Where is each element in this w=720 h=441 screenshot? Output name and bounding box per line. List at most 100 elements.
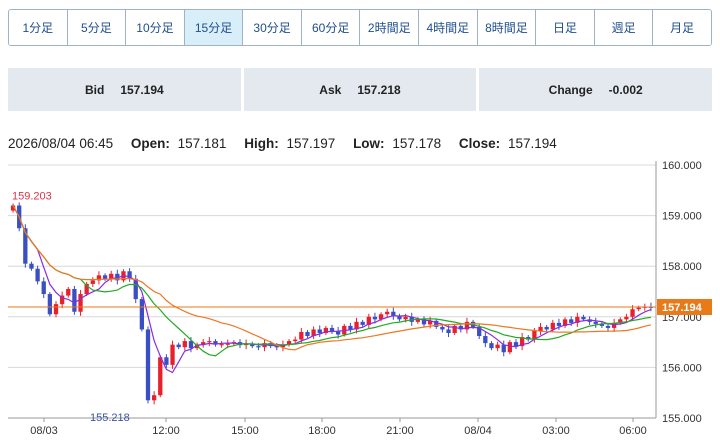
open-label: Open: xyxy=(130,136,170,151)
candle-body xyxy=(158,357,163,396)
candle-body xyxy=(35,268,40,282)
candle-body xyxy=(102,275,108,279)
candle-body xyxy=(207,341,212,343)
min-price-label: 155.218 xyxy=(90,412,130,424)
tab-timeframe-8[interactable]: 8時間足 xyxy=(477,10,537,45)
candle-body xyxy=(507,342,513,353)
candle-body xyxy=(544,326,549,330)
ask-label: Ask xyxy=(319,82,342,97)
candle-body xyxy=(360,321,365,325)
candle-body xyxy=(446,329,451,333)
high-label: High: xyxy=(244,136,279,151)
candle-body xyxy=(593,321,598,324)
open-value: 157.181 xyxy=(177,136,227,151)
candle-body xyxy=(385,311,390,315)
tab-timeframe-4[interactable]: 30分足 xyxy=(243,10,302,45)
y-tick-label: 155.000 xyxy=(662,413,702,425)
close-value: 157.194 xyxy=(507,136,557,151)
candle-body xyxy=(317,329,322,333)
candle-body xyxy=(305,331,310,337)
bid-value: 157.194 xyxy=(120,82,164,97)
x-tick-label: 06:00 xyxy=(619,425,647,437)
low-label: Low: xyxy=(353,136,385,151)
tab-timeframe-0[interactable]: 1分足 xyxy=(9,10,68,45)
candle-body xyxy=(90,280,95,284)
chart-svg[interactable]: 160.000159.000158.000157.000156.000155.0… xyxy=(0,155,720,441)
tab-timeframe-6[interactable]: 2時間足 xyxy=(360,10,420,45)
ohlc-readout: 2026/08/04 06:45 Open: 157.181 High: 157… xyxy=(8,136,712,152)
candlestick-chart[interactable]: 160.000 159.000 158.000 157.000 156.000 155.0… xyxy=(0,155,720,441)
candle-body xyxy=(47,294,53,315)
y-tick-label: 158.000 xyxy=(662,261,702,273)
candle-body xyxy=(225,343,230,345)
change-label: Change xyxy=(548,82,593,97)
candle-body xyxy=(151,395,157,401)
candle-body xyxy=(489,343,494,349)
max-price-label: 159.203 xyxy=(12,190,52,202)
x-tick-label: 18:00 xyxy=(308,425,336,437)
candle-body xyxy=(483,336,488,344)
x-tick-label: 08/04 xyxy=(464,425,492,437)
candle-body xyxy=(556,322,562,326)
change-box: Change -0.002 xyxy=(479,68,713,111)
tab-timeframe-2[interactable]: 10分足 xyxy=(126,10,185,45)
y-tick-label: 159.000 xyxy=(662,211,702,223)
candle-body xyxy=(440,326,445,330)
tab-timeframe-11[interactable]: 月足 xyxy=(653,10,711,45)
candle-body xyxy=(299,331,304,340)
candle-body xyxy=(329,327,335,331)
change-value: -0.002 xyxy=(608,82,643,97)
ask-value: 157.218 xyxy=(357,82,401,97)
current-price-label: 157.194 xyxy=(662,302,703,314)
candle-body xyxy=(501,344,506,353)
tab-timeframe-3[interactable]: 15分足 xyxy=(184,10,244,45)
y-tick-label: 160.000 xyxy=(662,160,702,172)
candle-body xyxy=(29,263,34,269)
low-value: 157.178 xyxy=(392,136,442,151)
candle-body xyxy=(550,322,555,330)
close-label: Close: xyxy=(458,136,501,151)
candle-body xyxy=(182,341,187,348)
tab-timeframe-9[interactable]: 日足 xyxy=(536,10,595,45)
candle-body xyxy=(624,316,629,320)
x-tick-label: 21:00 xyxy=(386,425,414,437)
candle-body xyxy=(256,346,261,348)
candle-body xyxy=(605,325,611,328)
candle-body xyxy=(538,326,543,331)
candle-body xyxy=(569,319,574,323)
tab-timeframe-1[interactable]: 5分足 xyxy=(67,10,127,45)
bid-box: Bid 157.194 xyxy=(8,68,241,111)
candle-body xyxy=(78,294,83,312)
x-tick-label: 15:00 xyxy=(231,425,259,437)
candle-body xyxy=(495,344,500,349)
tab-timeframe-7[interactable]: 4時間足 xyxy=(419,10,478,45)
y-tick-label: 156.000 xyxy=(662,362,702,374)
tab-timeframe-10[interactable]: 週足 xyxy=(594,10,654,45)
candle-body xyxy=(630,309,635,317)
x-tick-label: 03:00 xyxy=(542,425,570,437)
ohlc-datetime: 2026/08/04 06:45 xyxy=(8,136,114,151)
candle-body xyxy=(372,316,378,320)
candle-body xyxy=(176,344,181,348)
candle-body xyxy=(66,288,71,296)
candle-body xyxy=(403,316,408,320)
candle-body xyxy=(41,281,46,295)
candle-body xyxy=(164,357,169,365)
ask-box: Ask 157.218 xyxy=(243,68,477,111)
candle-body xyxy=(170,344,175,365)
x-tick-label: 12:00 xyxy=(152,425,180,437)
tab-timeframe-5[interactable]: 60分足 xyxy=(301,10,361,45)
candle-body xyxy=(139,299,145,330)
candle-body xyxy=(293,339,298,342)
ma-short-line xyxy=(12,205,652,374)
bid-label: Bid xyxy=(84,82,105,97)
quote-bar: Bid 157.194 Ask 157.218 Change -0.002 xyxy=(8,68,713,111)
candle-body xyxy=(581,316,586,320)
candle-body xyxy=(145,329,151,401)
candle-body xyxy=(72,288,77,312)
timeframe-tabs: 1分足 5分足 10分足 15分足 30分足 60分足 2時間足 4時間足 8時間足 日足 週足 月足 xyxy=(8,9,712,46)
candle-body xyxy=(636,307,641,310)
x-tick-label: 08/03 xyxy=(30,425,58,437)
high-value: 157.197 xyxy=(286,136,336,151)
candle-body xyxy=(53,304,59,315)
